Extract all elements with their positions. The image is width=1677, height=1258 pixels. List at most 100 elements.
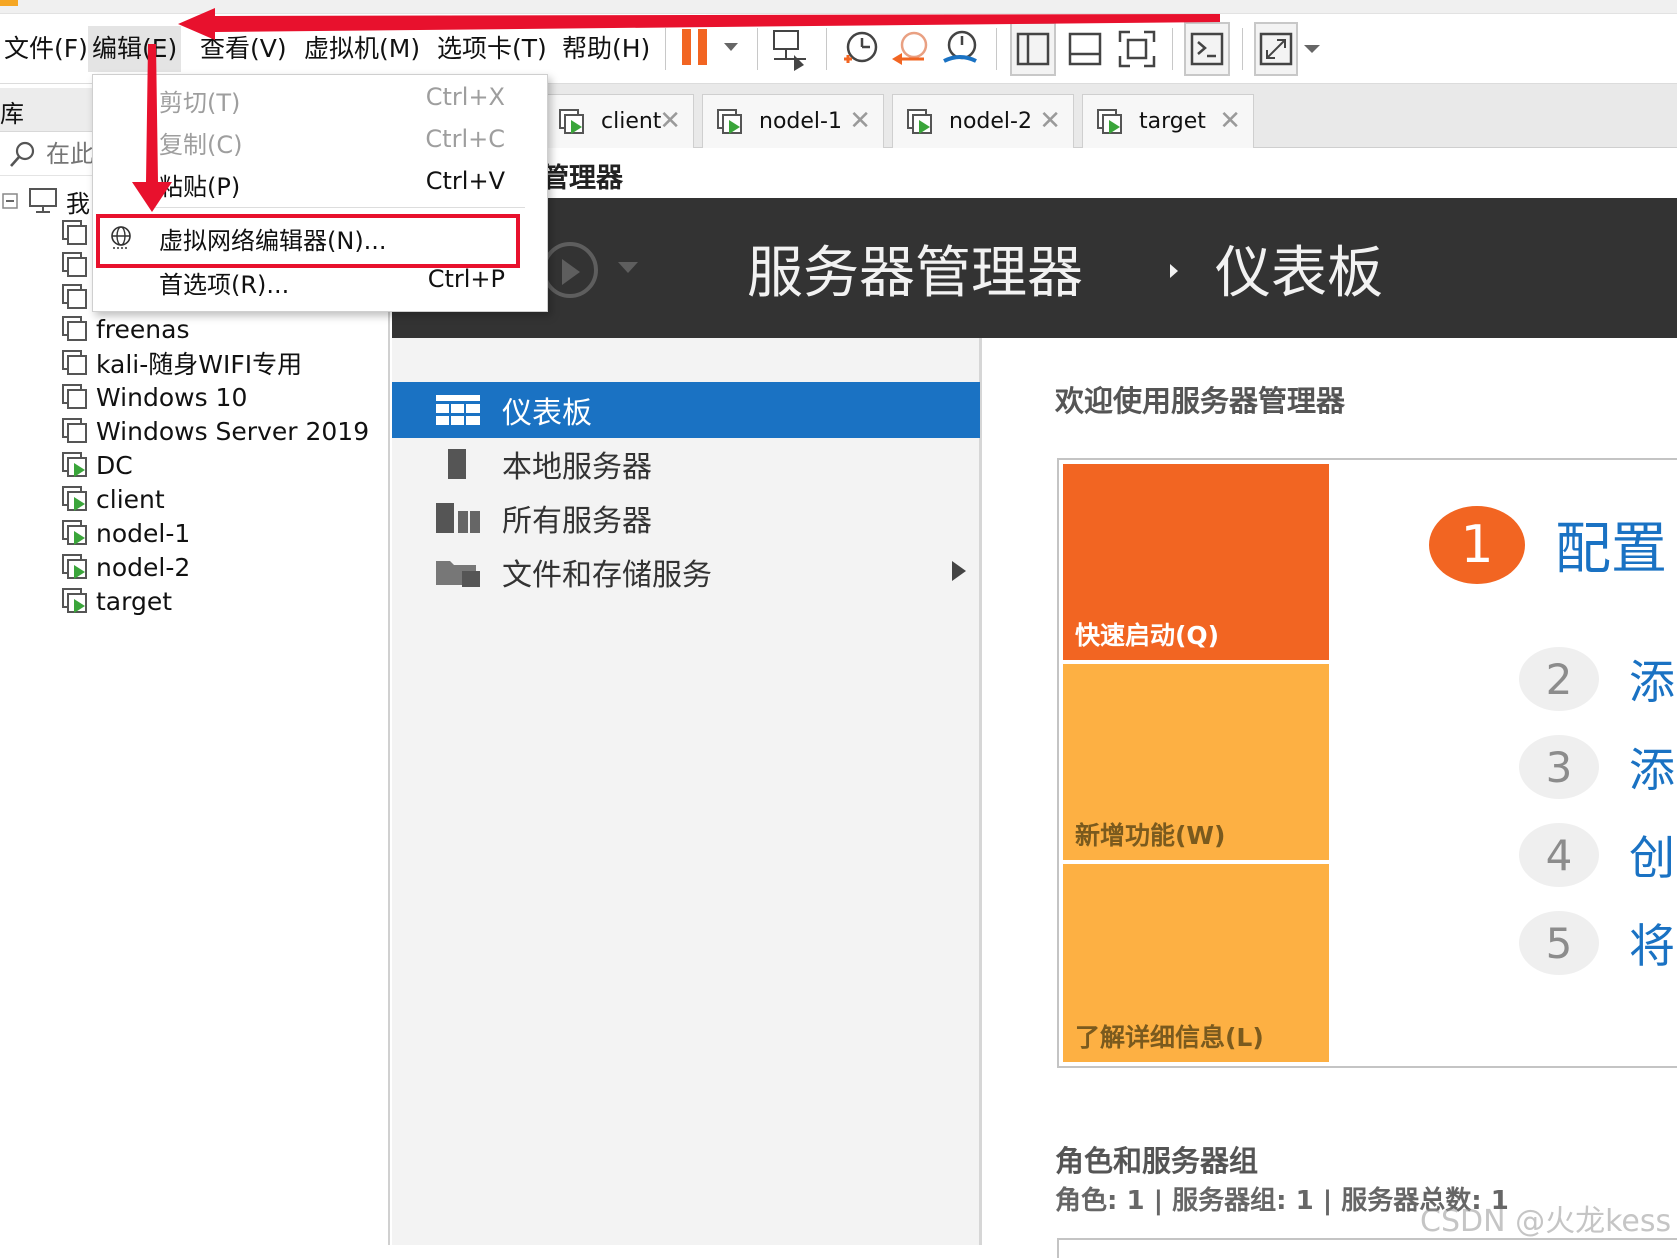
tile-learn-more[interactable]: 了解详细信息(L) <box>1063 864 1329 1062</box>
fullscreen-icon <box>1118 30 1156 68</box>
computer-icon <box>29 188 57 213</box>
step-5[interactable]: 5 将 <box>1519 910 1675 976</box>
tab-client[interactable]: client ✕ <box>544 94 694 148</box>
nav-file-storage[interactable]: 文件和存储服务 <box>392 544 980 600</box>
menu-tabs[interactable]: 选项卡(T) <box>433 26 551 72</box>
close-icon[interactable]: ✕ <box>849 106 871 136</box>
tree-vm-hidden[interactable] <box>62 280 96 314</box>
nav-label: 文件和存储服务 <box>502 558 712 593</box>
step-number: 3 <box>1519 735 1599 799</box>
server-manager-header: 服务器管理器 仪表板 <box>392 198 1677 338</box>
server-manager-subtitle: 仪表板 <box>1215 241 1383 306</box>
send-keys-button[interactable] <box>768 22 812 76</box>
clock-icon <box>844 31 878 63</box>
snapshot-manager-icon <box>943 30 977 63</box>
toolbar-separator <box>996 28 997 70</box>
server-manager-nav: 仪表板 本地服务器 所有服务器 文件和存储服务 <box>392 338 982 1245</box>
show-thumbnail-button[interactable] <box>1062 22 1108 76</box>
tree-vm-nodel-2[interactable]: nodel-2 <box>62 550 190 584</box>
running-vm-icon <box>62 520 88 546</box>
show-library-button[interactable] <box>1010 22 1056 76</box>
pause-button[interactable] <box>680 22 750 76</box>
expand-arrow-icon[interactable] <box>952 561 966 581</box>
revert-clock-icon <box>892 31 928 65</box>
console-view-button[interactable] <box>1184 22 1230 76</box>
toolbar-separator <box>1242 28 1243 70</box>
server-manager-main: 欢迎使用服务器管理器 快速启动(Q) 新增功能(W) 了解详细信息(L) 1 配… <box>985 338 1677 1258</box>
console-window-title: 管理器 <box>392 148 1677 196</box>
welcome-tiles-frame: 快速启动(Q) 新增功能(W) 了解详细信息(L) 1 配置 2 添 3 添 4… <box>1057 458 1677 1068</box>
toolbar-separator <box>826 28 827 70</box>
menu-edit[interactable]: 编辑(E) <box>88 26 182 72</box>
tree-vm-freenas[interactable]: freenas <box>62 312 189 346</box>
snapshot-manager-button[interactable] <box>938 22 982 76</box>
tree-vm-nodel-1[interactable]: nodel-1 <box>62 516 190 550</box>
back-arrow-icon[interactable] <box>542 242 598 298</box>
nav-dashboard[interactable]: 仪表板 <box>392 382 980 438</box>
running-vm-icon <box>62 588 88 614</box>
running-vm-icon <box>907 108 933 135</box>
step-2[interactable]: 2 添 <box>1519 646 1675 712</box>
welcome-heading: 欢迎使用服务器管理器 <box>1055 384 1346 418</box>
stretch-dropdown[interactable] <box>1300 22 1324 76</box>
step-text: 创 <box>1629 831 1675 885</box>
tree-vm-label: nodel-2 <box>96 552 191 582</box>
tree-root-my-computer[interactable]: 我 <box>0 184 90 218</box>
tab-label: target <box>1139 109 1206 134</box>
toolbar-separator <box>757 28 758 70</box>
step-1[interactable]: 1 配置 <box>1429 504 1667 585</box>
tree-vm-hidden[interactable] <box>62 216 96 250</box>
full-screen-button[interactable] <box>1114 22 1160 76</box>
menu-file[interactable]: 文件(F) <box>0 26 92 72</box>
tree-vm-client[interactable]: client <box>62 482 165 516</box>
menu-paste[interactable]: 粘贴(P) Ctrl+V <box>93 161 547 203</box>
tree-vm-dc[interactable]: DC <box>62 448 133 482</box>
tile-quick-start[interactable]: 快速启动(Q) <box>1063 464 1329 660</box>
chevron-down-icon[interactable] <box>618 262 638 273</box>
menu-cut[interactable]: 剪切(T) Ctrl+X <box>93 77 547 119</box>
menu-vm[interactable]: 虚拟机(M) <box>300 26 424 72</box>
step-number: 1 <box>1429 505 1525 584</box>
tree-vm-label: freenas <box>96 314 190 344</box>
close-icon[interactable]: ✕ <box>1039 106 1061 136</box>
tree-vm-windows-server-2019[interactable]: Windows Server 2019 <box>62 414 369 448</box>
tab-nodel-2[interactable]: nodel-2 ✕ <box>892 94 1074 148</box>
menu-item-shortcut: Ctrl+X <box>425 83 505 111</box>
collapse-icon[interactable] <box>2 190 24 212</box>
vm-icon <box>62 252 88 278</box>
library-tree: 我 freenas kali-随身WIFI专用 Windows 10 Windo… <box>0 176 390 1245</box>
chevron-down-icon <box>1304 45 1320 53</box>
menu-view[interactable]: 查看(V) <box>196 26 291 72</box>
revert-snapshot-button[interactable] <box>888 22 932 76</box>
close-icon[interactable]: ✕ <box>1219 106 1241 136</box>
tile-whats-new[interactable]: 新增功能(W) <box>1063 664 1329 860</box>
running-vm-icon <box>717 108 743 135</box>
tree-vm-label: DC <box>96 450 133 480</box>
breadcrumb-arrow-icon <box>1170 264 1178 278</box>
stretch-button[interactable] <box>1254 22 1298 76</box>
step-text: 添 <box>1629 655 1675 709</box>
tab-target[interactable]: target ✕ <box>1082 94 1254 148</box>
step-text: 配置 <box>1555 517 1667 582</box>
step-4[interactable]: 4 创 <box>1519 822 1675 888</box>
tree-vm-kali[interactable]: kali-随身WIFI专用 <box>62 346 302 380</box>
tree-vm-target[interactable]: target <box>62 584 172 618</box>
menu-help[interactable]: 帮助(H) <box>558 26 654 72</box>
close-icon[interactable]: ✕ <box>659 106 681 136</box>
tree-vm-hidden[interactable] <box>62 248 96 282</box>
snapshot-button[interactable] <box>838 22 882 76</box>
network-send-icon <box>773 30 806 71</box>
tab-nodel-1[interactable]: nodel-1 ✕ <box>702 94 884 148</box>
step-number: 2 <box>1519 647 1599 711</box>
nav-all-servers[interactable]: 所有服务器 <box>392 490 980 546</box>
tree-vm-windows10[interactable]: Windows 10 <box>62 380 247 414</box>
tab-bar: client ✕ nodel-1 ✕ nodel-2 ✕ target ✕ <box>392 84 1677 148</box>
menu-item-label: 复制(C) <box>159 131 243 159</box>
vm-icon <box>62 350 88 376</box>
menu-copy[interactable]: 复制(C) Ctrl+C <box>93 119 547 161</box>
nav-local-server[interactable]: 本地服务器 <box>392 436 980 492</box>
step-3[interactable]: 3 添 <box>1519 734 1675 800</box>
edit-dropdown-menu: 剪切(T) Ctrl+X 复制(C) Ctrl+C 粘贴(P) Ctrl+V 虚… <box>92 74 548 312</box>
terminal-icon <box>1190 32 1224 66</box>
server-icon <box>448 449 466 479</box>
